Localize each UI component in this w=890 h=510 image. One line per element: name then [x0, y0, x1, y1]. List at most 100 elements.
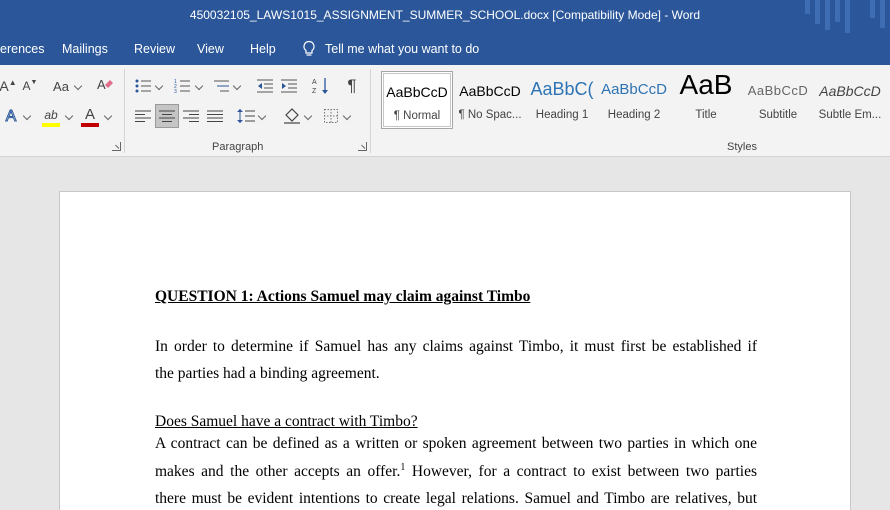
chevron-down-icon — [73, 81, 83, 91]
grow-font-icon: A — [0, 78, 9, 94]
decrease-indent-icon — [257, 79, 273, 93]
align-center-icon — [159, 110, 175, 122]
tab-mailings[interactable]: Mailings — [62, 42, 108, 56]
style-heading-1[interactable]: AaBbC( Heading 1 — [526, 71, 598, 129]
tab-references[interactable]: erences — [0, 42, 44, 56]
document-page[interactable]: QUESTION 1: Actions Samuel may claim aga… — [59, 191, 851, 510]
tell-me-text: Tell me what you want to do — [325, 41, 480, 56]
tab-review[interactable]: Review — [134, 42, 175, 56]
title-bar-decoration — [805, 0, 810, 14]
svg-text:A: A — [97, 77, 106, 92]
question-heading: QUESTION 1: Actions Samuel may claim aga… — [155, 288, 531, 305]
text-effects-icon: A — [5, 108, 17, 126]
style-name: Heading 1 — [535, 109, 589, 121]
style-name: Heading 2 — [607, 109, 661, 121]
style-sample: AaBbCcD — [747, 83, 809, 98]
align-left-icon — [135, 110, 151, 122]
font-color-icon: A — [84, 106, 95, 123]
group-separator — [370, 69, 371, 153]
justify-button[interactable] — [206, 107, 224, 125]
change-case-button[interactable]: Aa — [50, 77, 72, 95]
paragraph-line: the parties had a binding agreement. — [155, 365, 380, 382]
sort-icon: A Z — [312, 78, 328, 95]
borders-button[interactable] — [322, 107, 340, 125]
chevron-down-icon — [194, 81, 204, 91]
font-color-bar — [81, 123, 99, 127]
align-left-button[interactable] — [134, 107, 152, 125]
title-bar-decoration — [870, 0, 875, 18]
tab-help[interactable]: Help — [250, 42, 276, 56]
title-bar: 450032105_LAWS1015_ASSIGNMENT_SUMMER_SCH… — [0, 0, 890, 33]
style-sample: AaBbCcD — [819, 83, 881, 99]
clear-formatting-button[interactable]: A — [96, 75, 114, 95]
lightbulb-icon — [303, 40, 315, 56]
font-dialog-launcher[interactable] — [112, 142, 121, 151]
increase-indent-button[interactable] — [280, 77, 298, 95]
styles-gallery: AaBbCcD ¶ Normal AaBbCcD ¶ No Spac... Aa… — [381, 69, 890, 133]
line-spacing-button[interactable] — [237, 107, 255, 125]
decrease-indent-button[interactable] — [256, 77, 274, 95]
style-heading-2[interactable]: AaBbCcD Heading 2 — [598, 71, 670, 129]
eraser-icon: A — [97, 77, 113, 92]
chevron-down-icon — [64, 111, 74, 121]
change-case-icon: Aa — [53, 78, 69, 94]
style-sample: AaB — [679, 69, 733, 100]
style-name: Title — [695, 109, 717, 121]
sort-button[interactable]: A Z — [311, 75, 331, 97]
chevron-down-icon — [232, 81, 242, 91]
numbering-button[interactable]: 1 2 3 — [173, 77, 191, 95]
group-separator — [124, 69, 125, 153]
style-sample: AaBbCcD — [459, 83, 521, 99]
title-bar-decoration — [835, 0, 840, 22]
show-formatting-marks-button[interactable]: ¶ — [342, 75, 362, 97]
increase-indent-icon — [281, 79, 297, 93]
tell-me-search[interactable]: Tell me what you want to do — [302, 40, 479, 57]
style-sample: AaBbCcD — [601, 81, 667, 98]
paragraph-line: makes and the other accepts an offer.1 H… — [155, 462, 757, 481]
align-right-button[interactable] — [182, 107, 200, 125]
style-subtitle[interactable]: AaBbCcD Subtitle — [742, 71, 814, 129]
subheading: Does Samuel have a contract with Timbo? — [155, 413, 418, 430]
title-bar-decoration — [845, 0, 850, 33]
paragraph-dialog-launcher[interactable] — [358, 142, 367, 151]
borders-icon — [324, 109, 338, 123]
paragraph-text: makes and the other accepts an offer. — [155, 463, 401, 480]
title-bar-decoration — [880, 0, 885, 28]
style-sample: AaBbC( — [530, 79, 594, 99]
ribbon-tabs: erences Mailings Review View Help Tell m… — [0, 33, 890, 65]
chevron-down-icon — [154, 81, 164, 91]
chevron-down-icon — [303, 111, 313, 121]
paint-bucket-icon — [284, 108, 300, 124]
style-subtle-emphasis[interactable]: AaBbCcD Subtle Em... — [814, 71, 886, 129]
svg-text:Z: Z — [312, 88, 317, 95]
title-bar-decoration — [825, 0, 830, 30]
highlight-color-bar — [42, 123, 60, 127]
paragraph-line: A contract can be defined as a written o… — [155, 435, 757, 452]
shrink-font-icon: A — [22, 79, 31, 93]
shading-button[interactable] — [282, 106, 302, 126]
style-no-spacing[interactable]: AaBbCcD ¶ No Spac... — [454, 71, 526, 129]
pilcrow-icon: ¶ — [347, 76, 357, 95]
style-sample: AaBbCcD — [386, 84, 448, 100]
font-color-button[interactable]: A — [80, 105, 100, 129]
align-center-button[interactable] — [155, 104, 179, 128]
numbering-icon: 1 2 3 — [174, 79, 190, 93]
style-name: Subtitle — [758, 109, 798, 121]
paragraph-text: However, for a contract to exist between… — [405, 463, 757, 480]
multilevel-list-button[interactable] — [212, 77, 230, 95]
text-effects-button[interactable]: A — [2, 107, 20, 127]
style-normal[interactable]: AaBbCcD ¶ Normal — [381, 71, 453, 129]
highlight-icon: ab — [44, 107, 58, 122]
highlight-color-button[interactable]: ab — [40, 105, 62, 129]
tab-view[interactable]: View — [197, 42, 224, 56]
paragraph-line: there must be evident intentions to crea… — [155, 490, 757, 507]
chevron-down-icon — [22, 111, 32, 121]
shrink-font-button[interactable]: A ▼ — [22, 77, 38, 95]
styles-group-label: Styles — [727, 141, 757, 153]
style-title[interactable]: AaB Title — [670, 69, 742, 129]
svg-text:3: 3 — [174, 89, 177, 93]
grow-font-button[interactable]: A ▲ — [0, 77, 17, 95]
bullets-button[interactable] — [134, 77, 152, 95]
style-name: ¶ No Spac... — [458, 109, 522, 121]
align-right-icon — [183, 110, 199, 122]
